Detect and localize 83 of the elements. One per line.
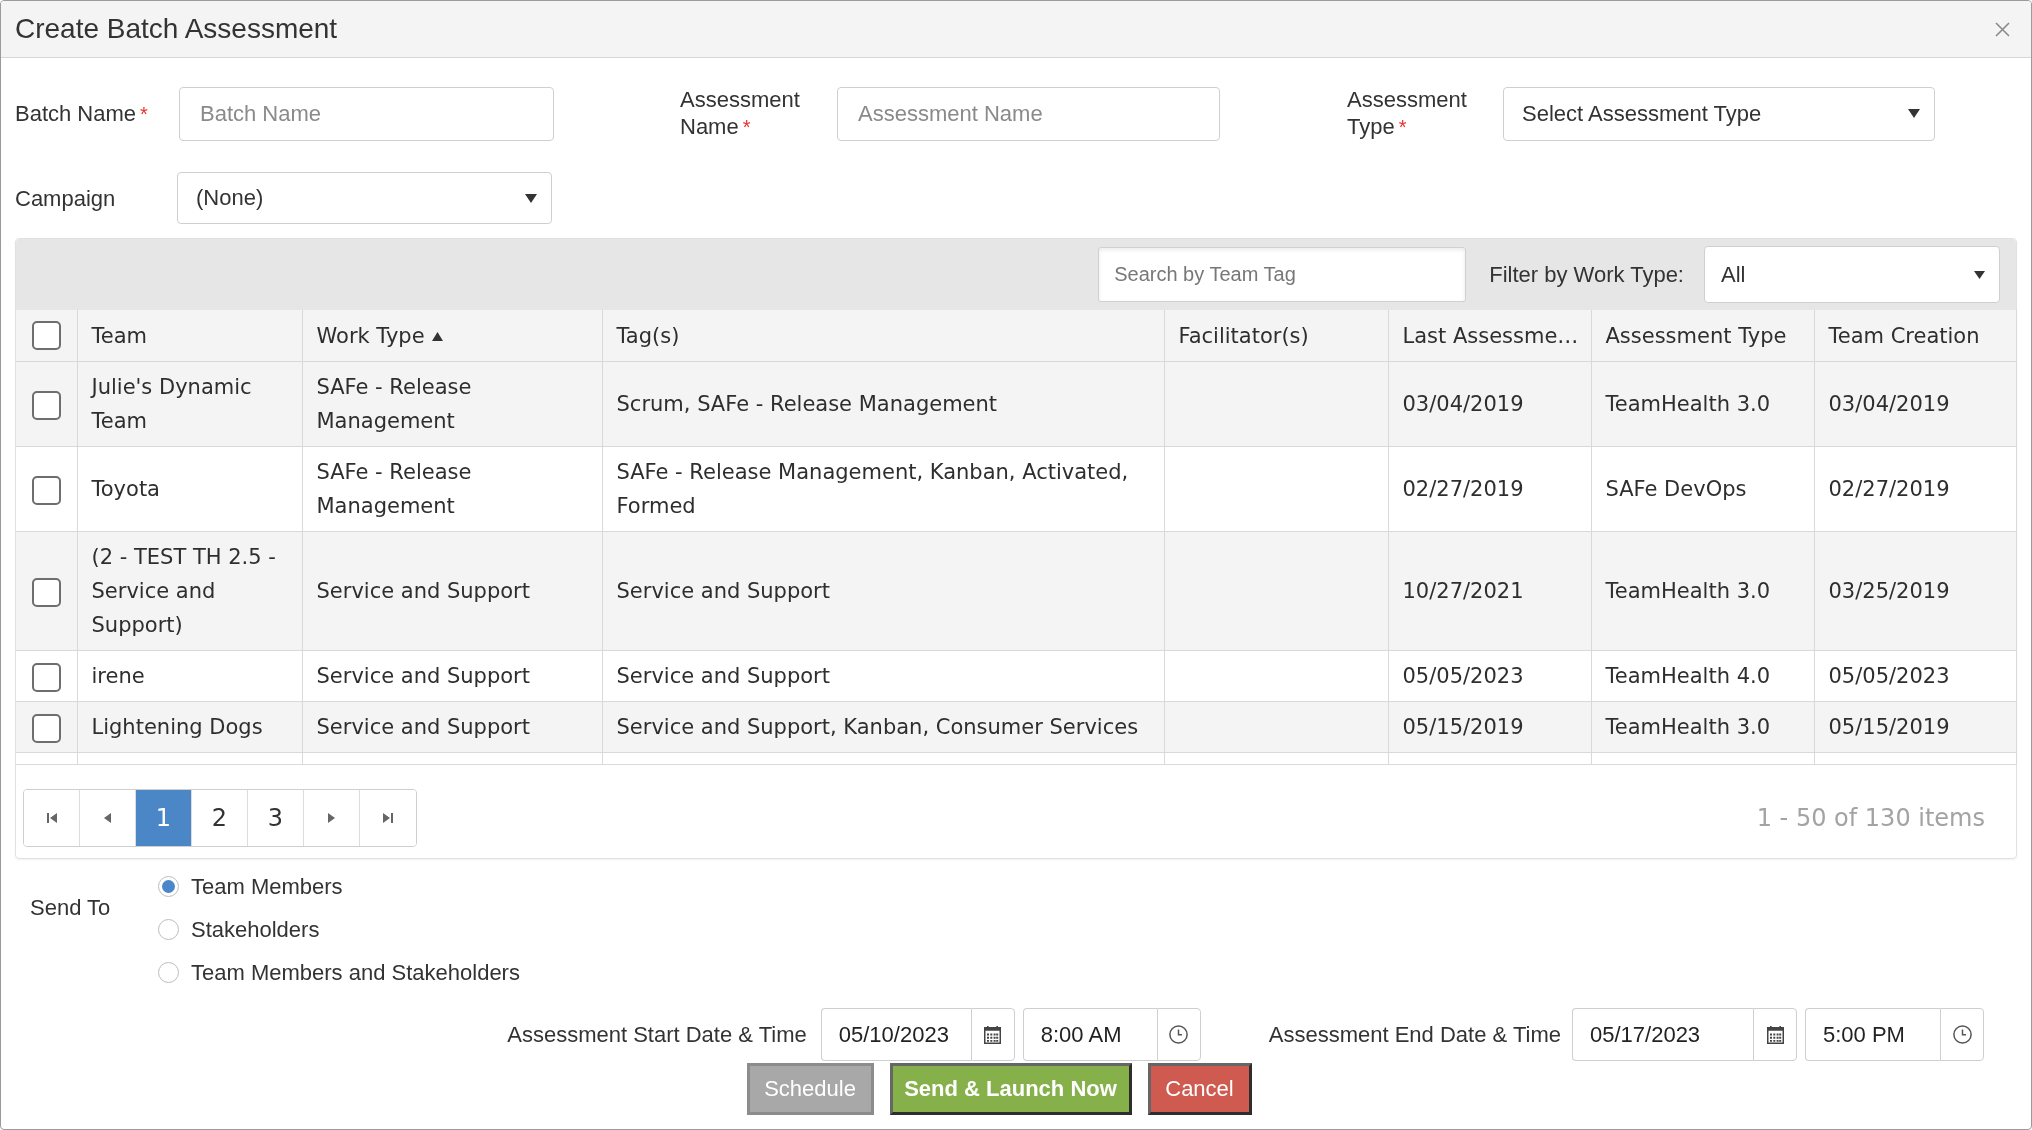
radio-label: Stakeholders: [191, 916, 320, 943]
column-header[interactable]: Tag(s): [616, 323, 680, 348]
table-cell: SAFe - Release Management: [302, 446, 602, 532]
filter-label: Filter by Work Type:: [1489, 261, 1684, 288]
table-cell: Julie's Dynamic Team: [77, 361, 302, 447]
dropdown[interactable]: All: [1704, 246, 2000, 303]
close-icon: [1995, 21, 2010, 37]
radio-button[interactable]: [158, 876, 179, 897]
table-cell: 05/05/2023: [1814, 650, 2016, 702]
table-cell: Service and Support: [302, 531, 602, 651]
row-checkbox[interactable]: [31, 475, 61, 505]
text-input[interactable]: Batch Name: [179, 86, 554, 141]
previous-page-icon: [104, 813, 111, 823]
action-button[interactable]: Cancel: [1147, 1063, 1252, 1115]
date-time-label: Assessment Start Date & Time: [507, 1021, 807, 1048]
table-cell: 05/15/2019: [1814, 701, 2016, 753]
caret-icon: [1908, 109, 1920, 118]
first-page-icon: [46, 813, 57, 823]
table-cell: (2 - TEST TH 2.5 - Service and Support): [77, 531, 302, 651]
text-input[interactable]: Assessment Name: [837, 86, 1220, 141]
table-cell: Service and Support: [602, 531, 1164, 651]
next-page-icon: [328, 813, 335, 823]
table-cell: SAFe - Release Management: [302, 361, 602, 447]
calendar-icon: [984, 1025, 1002, 1044]
table-cell: 10/27/2021: [1388, 531, 1591, 651]
table-cell: TeamHealth 3.0: [1591, 701, 1814, 753]
row-checkbox[interactable]: [31, 390, 61, 420]
table-cell: Service and Support: [302, 701, 602, 753]
calendar-icon: [1766, 1025, 1784, 1044]
radio-button[interactable]: [158, 919, 179, 940]
pager-info: 1 - 50 of 130 items: [1756, 804, 1985, 832]
table-cell: Toyota: [77, 446, 302, 532]
field-label: Campaign: [15, 185, 116, 211]
dropdown[interactable]: (None): [177, 172, 552, 224]
table-cell: TeamHealth 3.0: [1591, 361, 1814, 447]
table-cell: 02/27/2019: [1388, 446, 1591, 532]
dropdown[interactable]: Select Assessment Type: [1503, 86, 1935, 141]
table-cell: irene: [77, 650, 302, 702]
field-label: Assessment Type *: [1347, 87, 1467, 139]
radio-label: Team Members: [191, 873, 343, 900]
radio-button[interactable]: [158, 962, 179, 983]
dialog-title: Create Batch Assessment: [15, 13, 338, 45]
calendar-button[interactable]: [1753, 1008, 1797, 1061]
caret-icon: [1974, 270, 1985, 279]
table-cell: TeamHealth 4.0: [1591, 650, 1814, 702]
date-input[interactable]: 05/17/2023: [1572, 1008, 1753, 1061]
table-cell: 03/25/2019: [1814, 531, 2016, 651]
column-header[interactable]: Team: [91, 323, 147, 348]
field-label: Batch Name *: [15, 100, 148, 126]
date-input[interactable]: 05/10/2023: [820, 1008, 971, 1061]
table-cell: SAFe - Release Management, Kanban, Activated, Formed: [602, 446, 1164, 532]
table-cell: Service and Support, Kanban, Consumer Services: [602, 701, 1164, 753]
clock-button[interactable]: [1156, 1008, 1201, 1061]
time-input[interactable]: 8:00 AM: [1022, 1008, 1157, 1061]
page-button[interactable]: 1: [136, 790, 192, 846]
date-time-label: Assessment End Date & Time: [1268, 1021, 1561, 1048]
table-cell: 03/04/2019: [1814, 361, 2016, 447]
table-cell: SAFe DevOps: [1591, 446, 1814, 532]
table-cell: 05/05/2023: [1388, 650, 1591, 702]
field-label: Assessment Name *: [680, 87, 800, 139]
table-cell: Scrum, SAFe - Release Management: [602, 361, 1164, 447]
table-cell: 02/27/2019: [1814, 446, 2016, 532]
time-input[interactable]: 5:00 PM: [1805, 1008, 1940, 1061]
clock-button[interactable]: [1940, 1008, 1984, 1061]
clock-icon: [1952, 1025, 1972, 1044]
radio-label: Team Members and Stakeholders: [191, 959, 520, 986]
table-cell: Service and Support: [302, 650, 602, 702]
last-page-icon: [383, 813, 393, 823]
row-checkbox[interactable]: [31, 662, 61, 692]
row-checkbox[interactable]: [31, 713, 61, 743]
search-field[interactable]: Search by Team Tag: [1098, 247, 1467, 302]
caret-icon: [525, 193, 537, 203]
table-cell: 05/15/2019: [1388, 701, 1591, 753]
select-all-checkbox[interactable]: [31, 321, 61, 350]
clock-icon: [1169, 1025, 1189, 1044]
send-to-label: Send To: [30, 894, 112, 921]
table-cell: 03/04/2019: [1388, 361, 1591, 447]
column-header[interactable]: Work Type: [316, 323, 425, 348]
table-cell: Service and Support: [602, 650, 1164, 702]
calendar-button[interactable]: [970, 1008, 1015, 1061]
table-cell: TeamHealth 3.0: [1591, 531, 1814, 651]
row-checkbox[interactable]: [31, 577, 61, 607]
table-cell: Lightening Dogs: [77, 701, 302, 753]
